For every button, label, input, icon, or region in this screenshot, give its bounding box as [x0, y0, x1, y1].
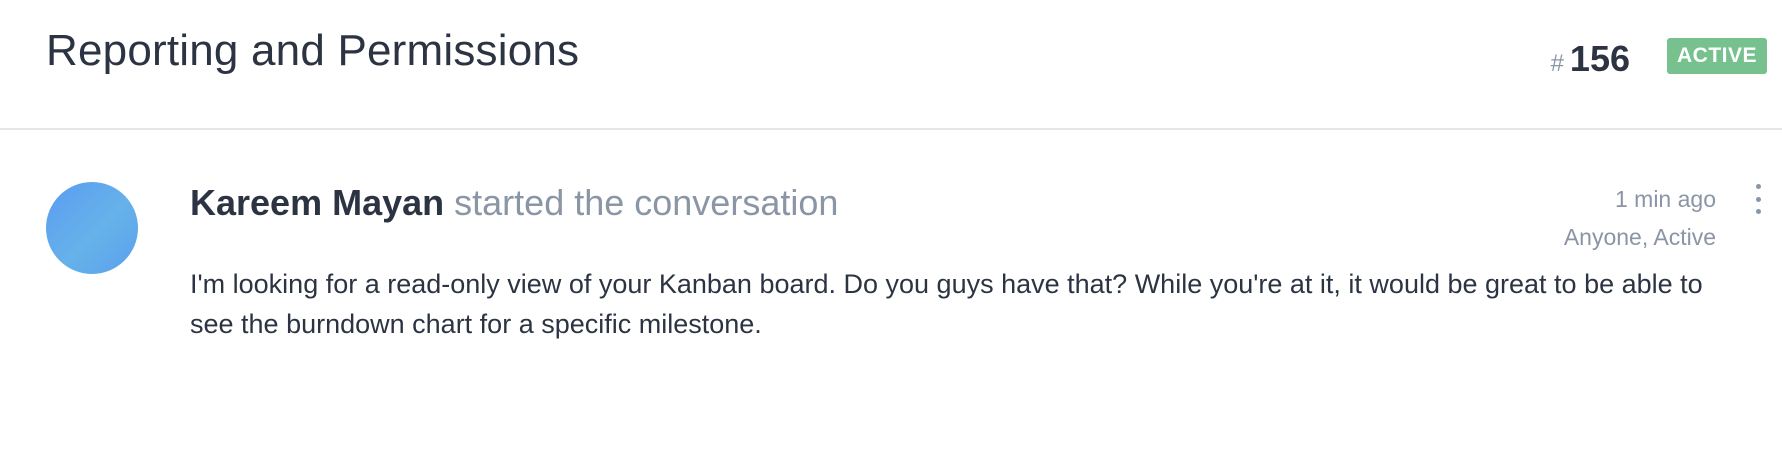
- more-dot: [1755, 196, 1761, 202]
- message-body: I'm looking for a read-only view of your…: [190, 269, 1703, 339]
- more-dot: [1755, 209, 1761, 214]
- timestamp: 1 min ago: [1614, 186, 1716, 212]
- thread-item-heading: Kareem Mayan started the conversation: [190, 182, 838, 224]
- avatar[interactable]: [46, 182, 138, 274]
- assignee-status: Anyone, Active: [1563, 224, 1716, 250]
- ticket-number: 156: [1569, 38, 1630, 79]
- ticket-hash: #: [1550, 50, 1564, 77]
- author-name[interactable]: Kareem Mayan: [190, 182, 444, 223]
- ticket-id: # 156: [1551, 38, 1630, 80]
- conversation-header: Reporting and Permissions # 156 ACTIVE: [0, 0, 1782, 130]
- status-badge[interactable]: ACTIVE: [1666, 38, 1767, 74]
- more-dot: [1755, 184, 1761, 189]
- page-title: Reporting and Permissions: [46, 26, 580, 75]
- more-vertical-icon[interactable]: [1748, 184, 1768, 214]
- thread-action: started the conversation: [454, 182, 839, 223]
